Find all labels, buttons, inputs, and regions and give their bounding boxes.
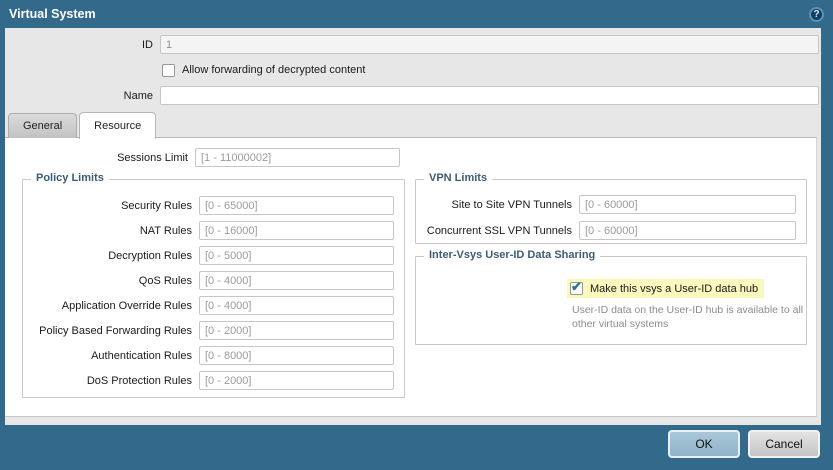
decryption-rules-row: Decryption Rules (23, 246, 404, 265)
decryption-rules-input[interactable] (199, 246, 394, 265)
app-override-rules-label: Application Override Rules (61, 299, 192, 312)
resource-tab-panel: Sessions Limit Policy Limits Security Ru… (5, 137, 817, 417)
security-rules-row: Security Rules (23, 196, 404, 215)
ok-button[interactable]: OK (668, 430, 740, 458)
dos-protection-rules-input[interactable] (199, 371, 394, 390)
dialog-titlebar: Virtual System ? (0, 0, 833, 28)
authentication-rules-input[interactable] (199, 346, 394, 365)
user-id-sharing-legend: Inter-Vsys User-ID Data Sharing (424, 249, 601, 261)
id-row: ID (5, 35, 821, 54)
authentication-rules-row: Authentication Rules (23, 346, 404, 365)
dialog-body: ID Allow forwarding of decrypted content… (5, 28, 821, 425)
cancel-button[interactable]: Cancel (748, 430, 820, 458)
forward-decrypted-row[interactable]: Allow forwarding of decrypted content (162, 63, 821, 77)
site-to-site-vpn-label: Site to Site VPN Tunnels (451, 198, 572, 211)
sessions-limit-label: Sessions Limit (117, 151, 188, 164)
qos-rules-row: QoS Rules (23, 271, 404, 290)
vpn-limits-legend: VPN Limits (424, 172, 493, 184)
tab-resource[interactable]: Resource (79, 112, 157, 139)
sessions-limit-row: Sessions Limit (5, 148, 400, 167)
app-override-rules-input[interactable] (199, 296, 394, 315)
concurrent-ssl-vpn-row: Concurrent SSL VPN Tunnels (416, 221, 806, 240)
user-id-hub-checkbox[interactable] (570, 282, 583, 295)
nat-rules-label: NAT Rules (139, 224, 192, 237)
dos-protection-rules-label: DoS Protection Rules (86, 374, 192, 387)
security-rules-label: Security Rules (121, 199, 192, 212)
name-label: Name (123, 89, 153, 102)
name-row: Name (5, 86, 821, 105)
top-form-section: ID Allow forwarding of decrypted content… (5, 28, 821, 112)
id-label: ID (142, 38, 153, 51)
forward-decrypted-label: Allow forwarding of decrypted content (182, 64, 366, 76)
user-id-hub-help-text: User-ID data on the User-ID hub is avail… (572, 304, 804, 330)
concurrent-ssl-vpn-label: Concurrent SSL VPN Tunnels (426, 224, 572, 237)
policy-limits-legend: Policy Limits (31, 172, 109, 184)
security-rules-input[interactable] (199, 196, 394, 215)
app-override-rules-row: Application Override Rules (23, 296, 404, 315)
qos-rules-input[interactable] (199, 271, 394, 290)
dialog-footer: OK Cancel (0, 425, 833, 470)
authentication-rules-label: Authentication Rules (91, 349, 192, 362)
vpn-limits-fieldset: VPN Limits Site to Site VPN Tunnels Conc… (415, 172, 807, 244)
qos-rules-label: QoS Rules (138, 274, 192, 287)
concurrent-ssl-vpn-input[interactable] (579, 221, 796, 240)
help-icon[interactable]: ? (809, 6, 824, 22)
dialog-title: Virtual System (9, 7, 96, 21)
pbf-rules-input[interactable] (199, 321, 394, 340)
forward-decrypted-checkbox[interactable] (162, 63, 175, 77)
tab-strip: General Resource (8, 112, 157, 139)
user-id-sharing-fieldset: Inter-Vsys User-ID Data Sharing Make thi… (415, 249, 807, 345)
virtual-system-dialog: Virtual System ? ID Allow forwarding of … (0, 0, 833, 470)
name-field[interactable] (160, 86, 819, 105)
sessions-limit-input[interactable] (195, 148, 400, 167)
dos-protection-rules-row: DoS Protection Rules (23, 371, 404, 390)
decryption-rules-label: Decryption Rules (108, 249, 192, 262)
site-to-site-vpn-row: Site to Site VPN Tunnels (416, 195, 806, 214)
nat-rules-row: NAT Rules (23, 221, 404, 240)
id-field (160, 35, 819, 54)
policy-limits-fieldset: Policy Limits Security Rules NAT Rules D… (22, 172, 405, 398)
tab-general[interactable]: General (8, 113, 78, 138)
user-id-hub-label: Make this vsys a User-ID data hub (590, 282, 759, 295)
pbf-rules-label: Policy Based Forwarding Rules (39, 324, 192, 337)
user-id-hub-row[interactable]: Make this vsys a User-ID data hub (567, 279, 765, 298)
pbf-rules-row: Policy Based Forwarding Rules (23, 321, 404, 340)
nat-rules-input[interactable] (199, 221, 394, 240)
site-to-site-vpn-input[interactable] (579, 195, 796, 214)
